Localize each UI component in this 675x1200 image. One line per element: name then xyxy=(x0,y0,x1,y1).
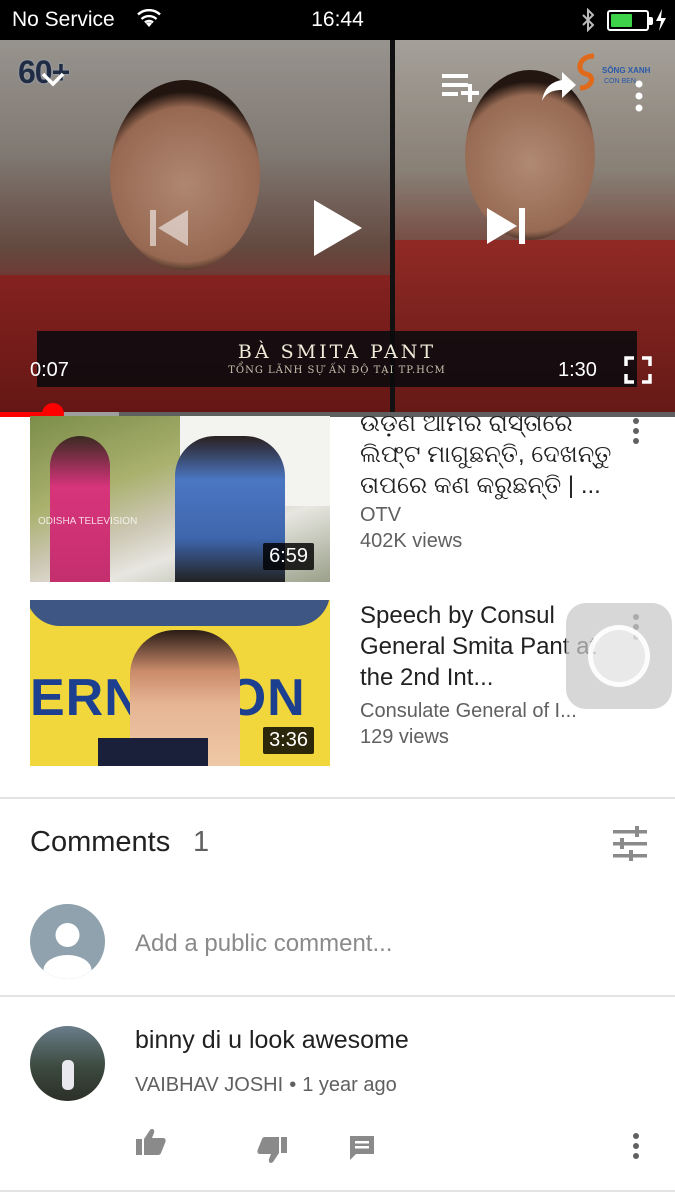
more-vert-icon[interactable] xyxy=(632,418,640,449)
clock: 16:44 xyxy=(311,8,364,31)
comment-time: 1 year ago xyxy=(302,1074,397,1096)
sponsor-logo: SÔNG XANH CON BEN xyxy=(574,52,662,92)
assistive-touch-button[interactable] xyxy=(566,603,672,709)
user-avatar xyxy=(30,904,105,979)
commenter-avatar[interactable] xyxy=(30,1026,105,1101)
comment-author[interactable]: VAIBHAV JOSHI xyxy=(135,1074,283,1096)
divider xyxy=(0,1190,675,1192)
comment-text: binny di u look awesome xyxy=(135,1026,409,1054)
comments-count: 1 xyxy=(193,826,210,858)
share-icon[interactable] xyxy=(540,70,578,109)
current-time: 0:07 xyxy=(30,359,69,381)
previous-icon[interactable] xyxy=(148,208,190,253)
fullscreen-icon[interactable] xyxy=(624,356,652,389)
battery-level xyxy=(611,14,633,27)
thumbnail-watermark: ODISHA TELEVISION xyxy=(38,516,138,527)
video-title[interactable]: ଉଡ଼ଣ ଆମର ରାସ୍ତାରେ ଲିଫ୍ଟ ମାଗୁଛନ୍ତି, ଦେଖନ୍… xyxy=(360,408,620,504)
comment-meta: VAIBHAV JOSHI • 1 year ago xyxy=(135,1074,397,1097)
sort-comments-icon[interactable] xyxy=(611,826,649,867)
battery-icon xyxy=(607,10,653,31)
caption-name: BÀ SMITA PANT xyxy=(237,341,437,363)
bluetooth-icon xyxy=(580,7,596,37)
status-bar: No Service 16:44 xyxy=(0,0,675,40)
view-count: 402K views xyxy=(360,530,463,552)
channel-name: OTV xyxy=(360,504,402,526)
meta-separator: • xyxy=(289,1074,297,1096)
lower-third-caption: BÀ SMITA PANT TỔNG LÃNH SỰ ẤN ĐỘ TẠI TP.… xyxy=(37,331,637,387)
more-vert-icon[interactable] xyxy=(634,80,644,117)
channel-name: Consulate General of I... xyxy=(360,700,577,722)
add-to-queue-icon[interactable] xyxy=(440,70,482,109)
caption-subtitle: TỔNG LÃNH SỰ ẤN ĐỘ TẠI TP.HCM xyxy=(228,365,446,376)
duration-badge: 6:59 xyxy=(263,543,314,570)
add-comment-input[interactable]: Add a public comment... xyxy=(135,930,392,958)
divider xyxy=(0,995,675,997)
charging-icon xyxy=(655,9,667,36)
more-vert-icon[interactable] xyxy=(632,1133,640,1164)
thumbs-down-icon[interactable] xyxy=(256,1136,288,1169)
video-thumbnail[interactable]: ERNATION 3:36 xyxy=(30,600,330,766)
comments-heading: Comments xyxy=(30,826,171,858)
collapse-icon[interactable] xyxy=(40,70,66,93)
view-count: 129 views xyxy=(360,726,449,748)
play-icon[interactable] xyxy=(312,198,364,263)
video-thumbnail[interactable]: ODISHA TELEVISION 6:59 xyxy=(30,416,330,582)
video-player[interactable]: 60+ SÔNG XANH CON BEN BÀ SMITA PANT TỔNG… xyxy=(0,40,675,416)
divider xyxy=(0,797,675,799)
duration-badge: 3:36 xyxy=(263,727,314,754)
video-duration: 1:30 xyxy=(558,359,597,381)
reply-icon[interactable] xyxy=(348,1134,376,1167)
related-video[interactable]: ODISHA TELEVISION 6:59 ଉଡ଼ଣ ଆମର ରାସ୍ତାରେ… xyxy=(0,404,675,582)
next-icon[interactable] xyxy=(485,206,527,251)
thumbs-up-icon[interactable] xyxy=(135,1128,167,1161)
